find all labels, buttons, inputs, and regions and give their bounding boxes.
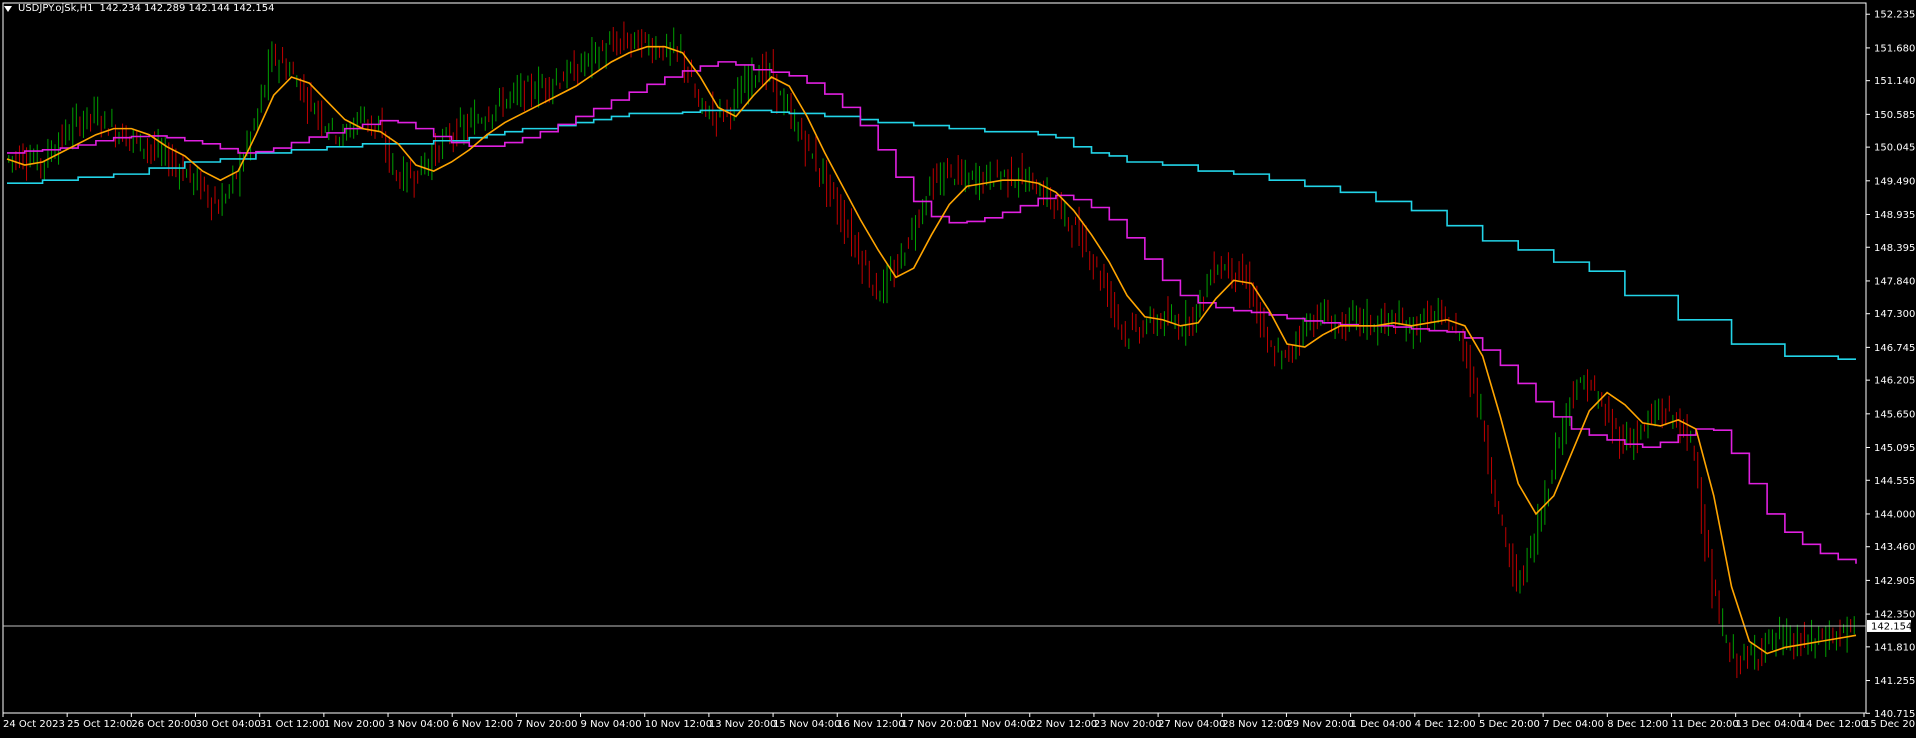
y-tick-label: 146.205 [1874,376,1915,387]
y-tick-label: 144.000 [1874,509,1915,520]
x-tick-label: 4 Dec 12:00 [1415,719,1476,730]
x-tick-label: 17 Nov 20:00 [901,719,968,730]
x-tick-label: 16 Nov 12:00 [837,719,904,730]
x-tick-label: 21 Nov 04:00 [966,719,1033,730]
x-tick-label: 3 Nov 04:00 [388,719,449,730]
x-tick-label: 28 Nov 12:00 [1222,719,1289,730]
x-tick-label: 9 Nov 04:00 [581,719,642,730]
x-tick-label: 26 Oct 20:00 [131,719,196,730]
x-tick-label: 8 Dec 12:00 [1607,719,1668,730]
chart-canvas[interactable]: 152.235 151.680 151.140 150.585 150.045 149.4… [0,0,1916,734]
y-tick-label: 151.140 [1874,76,1915,87]
x-tick-label: 25 Oct 12:00 [67,719,132,730]
x-tick-label: 1 Dec 04:00 [1351,719,1412,730]
x-tick-label: 29 Nov 20:00 [1286,719,1353,730]
x-tick-label: 24 Oct 2023 [3,719,65,730]
ma-fast-line [6,45,1857,655]
x-tick-label: 13 Nov 20:00 [709,719,776,730]
x-tick-label: 6 Nov 12:00 [452,719,513,730]
x-tick-label: 5 Dec 20:00 [1479,719,1540,730]
y-tick-label: 144.555 [1874,476,1915,487]
x-tick-label: 7 Nov 20:00 [516,719,577,730]
symbol-label: USDJPY.ojSk,H1 [18,3,94,14]
y-tick-label: 148.395 [1874,243,1915,254]
y-tick-label: 141.255 [1874,676,1915,687]
current-price-label: 142.154 [1871,621,1912,632]
y-tick-label: 147.840 [1874,276,1915,287]
x-tick-label: 30 Oct 04:00 [196,719,261,730]
x-tick-label: 11 Dec 20:00 [1671,719,1738,730]
x-tick-label: 23 Nov 20:00 [1094,719,1161,730]
y-tick-label: 142.905 [1874,576,1915,587]
x-tick-label: 14 Dec 12:00 [1800,719,1867,730]
plot-frame [2,2,1867,714]
price-chart[interactable]: 152.235 151.680 151.140 150.585 150.045 149.4… [0,0,1916,734]
y-tick-label: 149.490 [1874,176,1915,187]
x-tick-label: 13 Dec 04:00 [1736,719,1803,730]
y-tick-label: 141.810 [1874,642,1915,653]
x-tick-label: 15 Dec 20:00 [1864,719,1916,730]
x-tick-label: 22 Nov 12:00 [1030,719,1097,730]
y-tick-label: 150.045 [1874,143,1915,154]
ma-mid-line [7,61,1857,564]
x-tick-label: 1 Nov 20:00 [324,719,385,730]
y-tick-label: 151.680 [1874,43,1915,54]
x-tick-label: 15 Nov 04:00 [773,719,840,730]
y-tick-label: 152.235 [1874,10,1915,21]
y-tick-label: 143.460 [1874,542,1915,553]
x-tick-label: 27 Nov 04:00 [1158,719,1225,730]
y-tick-label: 146.745 [1874,343,1915,354]
y-tick-label: 145.650 [1874,409,1915,420]
x-tick-label: 7 Dec 04:00 [1543,719,1604,730]
y-tick-label: 142.350 [1874,610,1915,621]
chevron-down-icon[interactable] [4,5,12,12]
y-tick-label: 145.095 [1874,443,1915,454]
y-tick-label: 150.585 [1874,110,1915,121]
y-tick-label: 148.935 [1874,210,1915,221]
x-tick-label: 10 Nov 12:00 [645,719,712,730]
y-tick-label: 147.300 [1874,309,1915,320]
ohlc-readout: 142.234 142.289 142.144 142.154 [99,3,275,14]
chart-header: USDJPY.ojSk,H1 142.234 142.289 142.144 1… [4,3,274,14]
x-tick-label: 31 Oct 12:00 [260,719,325,730]
